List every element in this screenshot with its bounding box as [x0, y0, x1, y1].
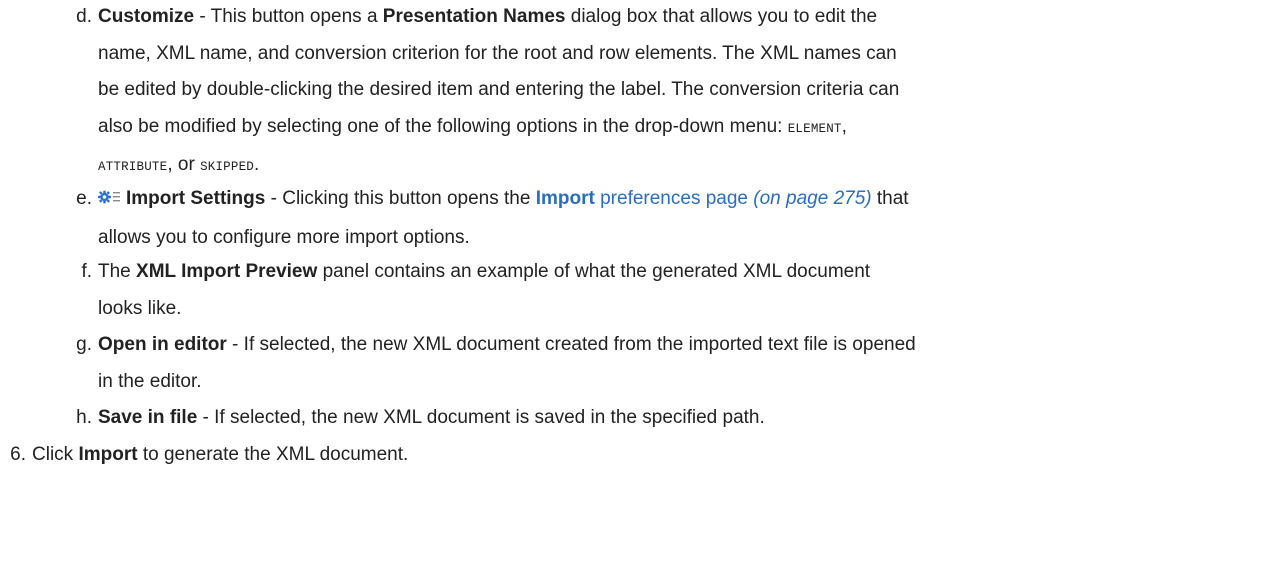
list-marker: g. [76, 334, 92, 355]
list-marker: e. [76, 188, 92, 209]
list-item-f: f. The XML Import Preview panel contains… [81, 254, 1258, 327]
text: or [177, 154, 195, 175]
step-marker: 6. [10, 444, 26, 465]
list-item-d: d. Customize - This button opens a Prese… [76, 0, 1258, 186]
text: dialog box that allows you to edit the [565, 6, 878, 27]
text: also be modified by selecting one of the… [98, 115, 788, 137]
text: , [167, 154, 178, 175]
item-d-line-1: Customize - This button opens a Presenta… [98, 0, 1258, 36]
option-attribute: ATTRIBUTE [98, 160, 168, 174]
list-item-g: g. Open in editor - If selected, the new… [76, 327, 1258, 400]
text: Click [32, 444, 79, 465]
term-import: Import [78, 444, 138, 465]
text: panel contains an example of what the ge… [317, 261, 871, 282]
term-xml-import-preview: XML Import Preview [136, 261, 318, 282]
link-bold-text[interactable]: Import [536, 188, 595, 209]
text: . [253, 154, 260, 175]
item-e-line-2: allows you to configure more import opti… [98, 226, 470, 248]
item-e-line-1: Import Settings - Clicking this button o… [98, 181, 1258, 220]
link-text[interactable]: preferences page [595, 188, 748, 209]
list-item-h: h. Save in file - If selected, the new X… [76, 400, 1258, 437]
text: - Clicking this button opens the [265, 188, 536, 209]
text: - This button opens a [194, 6, 383, 27]
step-6: 6. Click Import to generate the XML docu… [10, 437, 1232, 474]
text: to generate the XML document. [137, 444, 409, 465]
option-skipped: SKIPPED [200, 160, 254, 174]
item-d-line-5: ATTRIBUTE, or SKIPPED. [98, 147, 1258, 186]
text: - If selected, the new XML document is s… [197, 407, 765, 428]
text: - If selected, the new XML document crea… [226, 334, 916, 355]
item-g-line-1: Open in editor - If selected, the new XM… [98, 327, 1258, 364]
settings-gear-list-icon [98, 183, 120, 220]
list-marker: h. [76, 407, 92, 428]
option-element: ELEMENT [787, 121, 842, 136]
import-preferences-link[interactable]: Import preferences page [536, 188, 748, 209]
item-d-line-4: also be modified by selecting one of the… [98, 109, 1258, 148]
item-d-line-3: be edited by double-clicking the desired… [98, 79, 900, 100]
text: that [871, 188, 909, 209]
term-import-settings: Import Settings [126, 188, 266, 209]
item-f-line-2: looks like. [98, 297, 182, 319]
text: The [98, 261, 137, 282]
list-marker: f. [81, 261, 92, 282]
step-6-line-1: Click Import to generate the XML documen… [32, 437, 1232, 474]
item-d-line-2: name, XML name, and conversion criterion… [98, 42, 897, 64]
page-reference-link[interactable]: (on page 275) [753, 188, 871, 209]
text: , [841, 115, 847, 137]
term-presentation-names: Presentation Names [382, 6, 566, 27]
item-h-line-1: Save in file - If selected, the new XML … [98, 400, 1258, 437]
term-save-in-file: Save in file [98, 407, 198, 428]
term-open-in-editor: Open in editor [98, 334, 227, 355]
list-marker: d. [76, 6, 92, 27]
item-g-line-2: in the editor. [98, 370, 202, 392]
item-f-line-1: The XML Import Preview panel contains an… [98, 254, 1258, 291]
list-item-e: e. Import Settings - Clicking this butto… [76, 181, 1258, 256]
term-customize: Customize [98, 6, 195, 27]
